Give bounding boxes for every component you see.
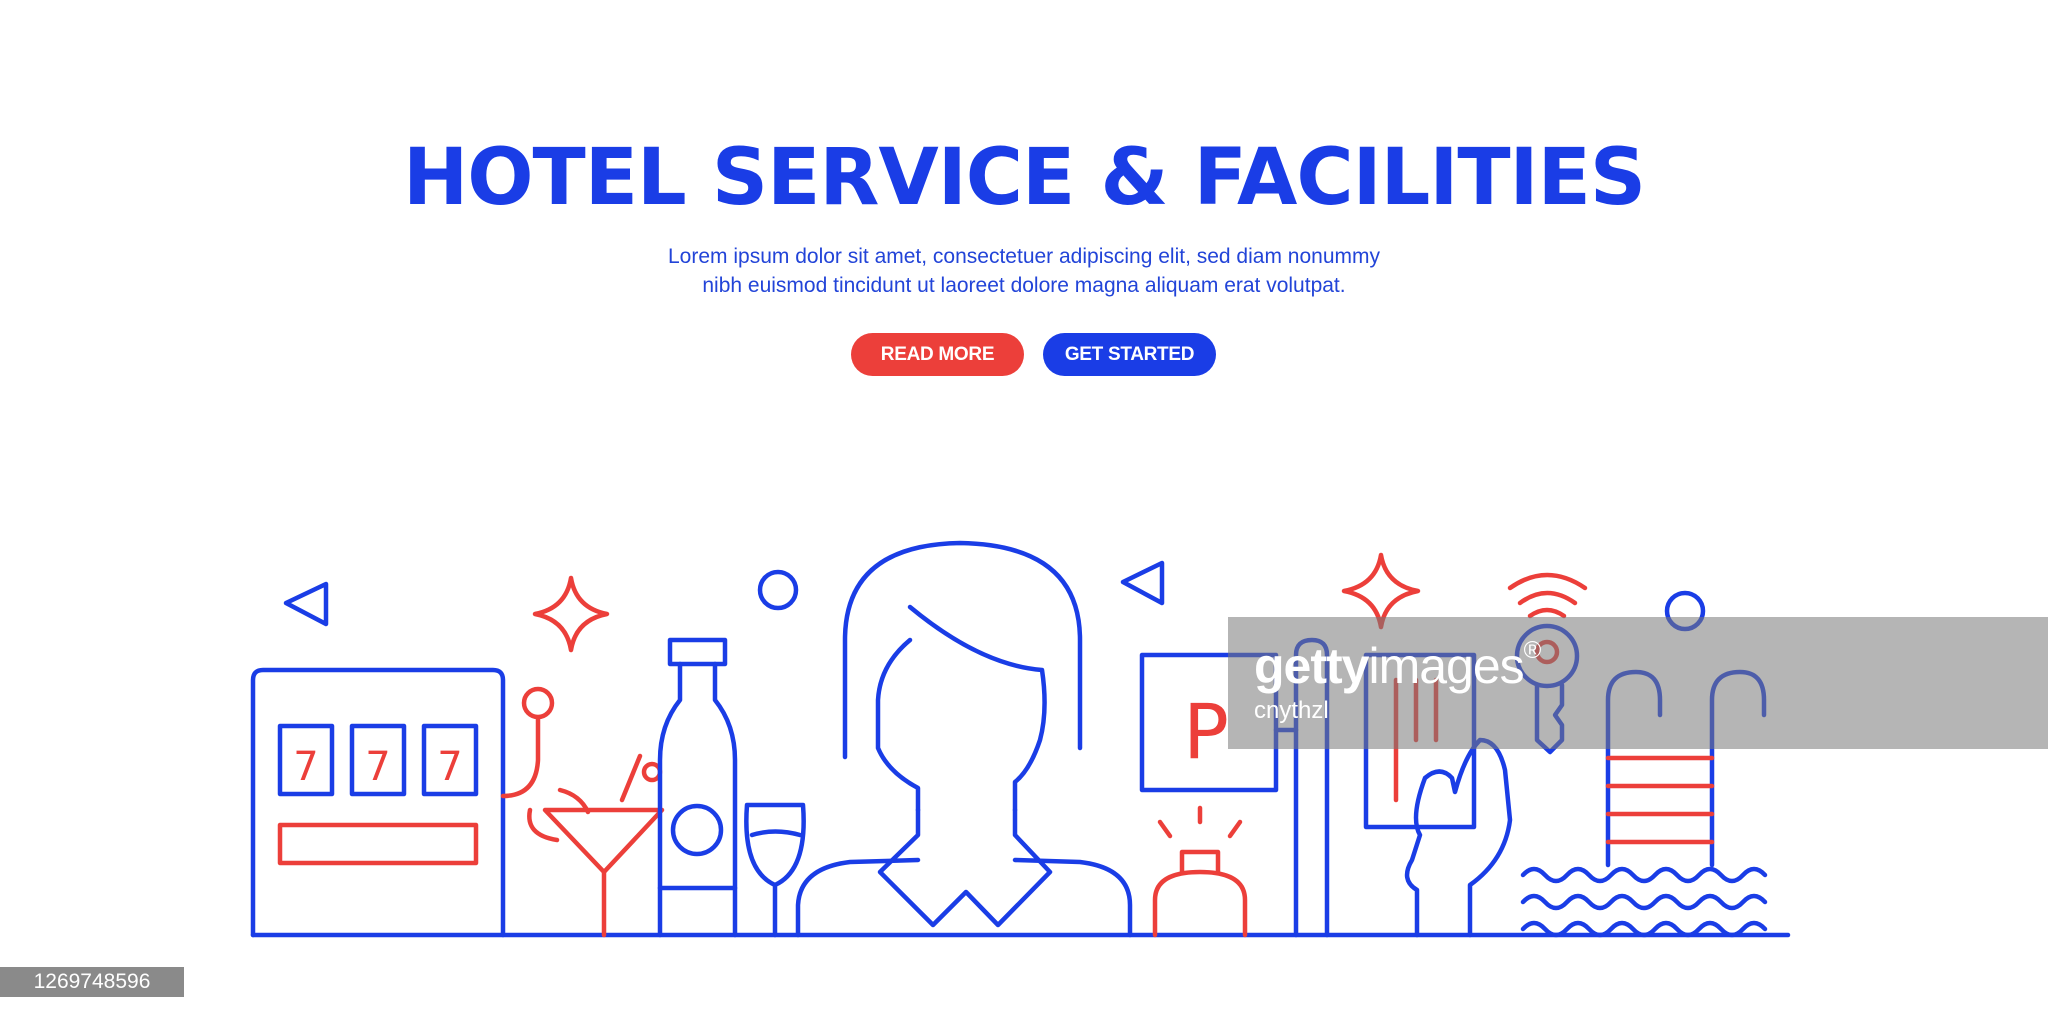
watermark-author: cnythzl bbox=[1254, 697, 1329, 724]
receptionist-icon bbox=[795, 540, 1133, 938]
watermark-brand-bold: getty bbox=[1254, 638, 1369, 694]
water-waves-icon bbox=[1520, 866, 1768, 938]
parking-letter: P bbox=[1183, 687, 1229, 776]
slot-digit: 7 bbox=[437, 744, 462, 790]
slot-digit: 7 bbox=[365, 744, 390, 790]
cocktail-icon bbox=[527, 753, 665, 938]
sparkle-left-icon bbox=[532, 575, 610, 653]
triangle-mid-icon bbox=[1120, 560, 1165, 606]
slot-digit: 7 bbox=[293, 744, 318, 790]
triangle-left-icon bbox=[283, 581, 329, 627]
watermark-brand-regular: images bbox=[1368, 638, 1524, 694]
watermark-registered: ® bbox=[1523, 637, 1542, 664]
slot-machine-icon: 7 7 7 bbox=[250, 667, 555, 938]
image-id-badge: 1269748596 bbox=[0, 967, 184, 997]
circle-left-icon bbox=[757, 569, 799, 611]
service-bell-icon bbox=[1152, 805, 1248, 938]
watermark-logo: gettyimages® bbox=[1254, 637, 1542, 695]
getty-watermark: gettyimages® cnythzl bbox=[1228, 617, 2048, 749]
hotel-illustration: 7 7 7 P bbox=[250, 540, 1791, 938]
wine-bottle-icon bbox=[657, 637, 738, 938]
wine-glass-icon bbox=[744, 802, 806, 938]
